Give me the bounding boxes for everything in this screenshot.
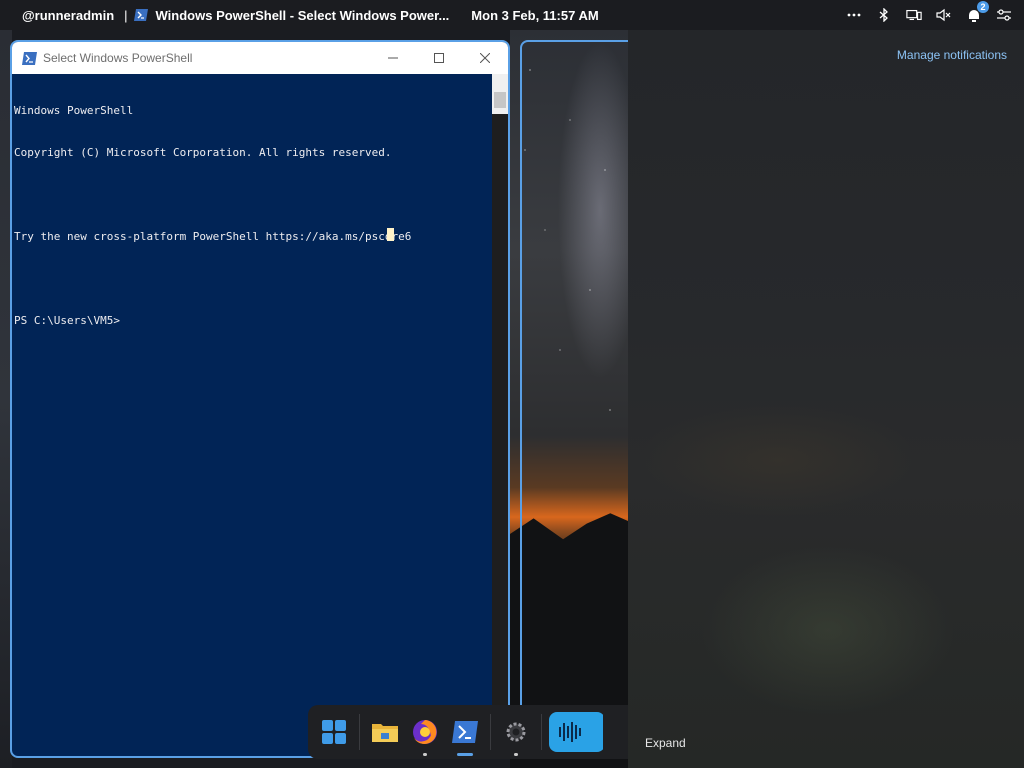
- active-indicator: [457, 753, 473, 756]
- expand-button[interactable]: Expand: [645, 736, 686, 750]
- console-prompt[interactable]: PS C:\Users\VM5>: [14, 314, 490, 328]
- maximize-button[interactable]: [416, 42, 462, 74]
- file-explorer-button[interactable]: [365, 712, 405, 752]
- close-button[interactable]: [462, 42, 508, 74]
- close-icon: [480, 53, 490, 63]
- firefox-icon: [413, 720, 437, 744]
- settings-button[interactable]: [496, 712, 536, 756]
- console-output[interactable]: Windows PowerShell Copyright (C) Microso…: [12, 74, 492, 756]
- powershell-taskbar-button[interactable]: [445, 712, 485, 756]
- text-cursor: [387, 228, 394, 241]
- firefox-button[interactable]: [405, 712, 445, 756]
- start-button[interactable]: [314, 712, 354, 752]
- powershell-icon: [452, 721, 478, 743]
- manage-notifications-link[interactable]: Manage notifications: [897, 48, 1007, 62]
- notification-count-badge: 2: [977, 1, 989, 13]
- volume-muted-icon[interactable]: [936, 7, 952, 23]
- user-label: @runneradmin: [22, 7, 115, 23]
- powershell-icon: [133, 9, 148, 21]
- scrollbar-track: [492, 114, 508, 756]
- console-line: Try the new cross-platform PowerShell ht…: [14, 230, 412, 243]
- separator: |: [124, 7, 128, 23]
- desktop: @runneradmin | Windows PowerShell - Sele…: [0, 0, 1024, 768]
- powershell-icon: [22, 51, 37, 65]
- scrollbar-thumb[interactable]: [494, 92, 506, 108]
- running-indicator: [423, 753, 427, 756]
- maximize-icon: [434, 53, 444, 63]
- dock-divider: [359, 714, 360, 750]
- window-title: Select Windows PowerShell: [43, 51, 193, 65]
- notifications-icon[interactable]: 2: [966, 1, 989, 23]
- more-icon[interactable]: [846, 7, 862, 23]
- bluetooth-icon[interactable]: [876, 7, 892, 23]
- console-line: Copyright (C) Microsoft Corporation. All…: [14, 146, 392, 159]
- settings-toggle-icon[interactable]: [996, 7, 1012, 23]
- file-explorer-icon: [372, 724, 398, 742]
- active-app-title[interactable]: Windows PowerShell - Select Windows Powe…: [156, 8, 450, 23]
- console-line: Windows PowerShell: [14, 104, 134, 117]
- minimize-button[interactable]: [370, 42, 416, 74]
- dock-divider: [541, 714, 542, 750]
- audio-app-button[interactable]: [547, 712, 603, 752]
- start-icon: [322, 720, 346, 744]
- settings-icon: [506, 722, 526, 742]
- display-icon[interactable]: [906, 7, 922, 23]
- minimize-icon: [388, 57, 398, 59]
- snap-window-outline[interactable]: [520, 40, 640, 756]
- window-titlebar[interactable]: Select Windows PowerShell: [12, 42, 508, 74]
- taskbar-dock: [308, 705, 628, 759]
- dock-divider: [490, 714, 491, 750]
- top-bar: @runneradmin | Windows PowerShell - Sele…: [0, 0, 1024, 30]
- system-tray: 2: [846, 0, 1012, 30]
- clock[interactable]: Mon 3 Feb, 11:57 AM: [471, 8, 598, 23]
- window-controls: [370, 42, 508, 74]
- powershell-window[interactable]: Select Windows PowerShell Windows PowerS…: [10, 40, 510, 758]
- vertical-scrollbar[interactable]: [492, 74, 508, 756]
- running-indicator: [514, 753, 518, 756]
- audio-app-icon: [549, 712, 603, 752]
- notification-panel: Manage notifications Expand: [628, 30, 1024, 768]
